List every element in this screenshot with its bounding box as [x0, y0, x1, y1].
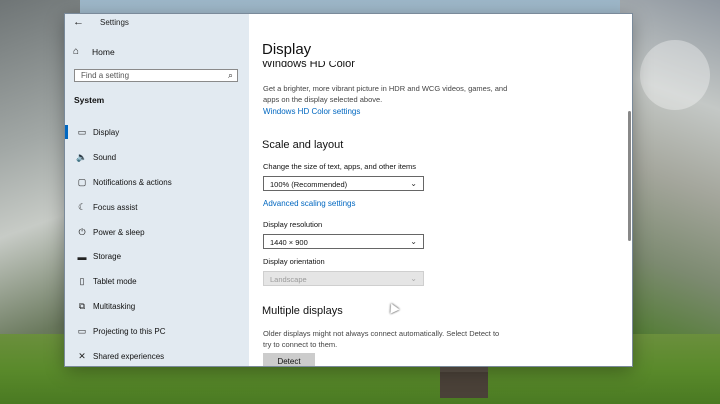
main-content: Display Windows HD Color Get a brighter,… [249, 14, 632, 366]
storage-icon: ▬ [77, 251, 87, 262]
multiple-displays-description: Older displays might not always connect … [263, 329, 500, 349]
search-placeholder: Find a setting [81, 71, 130, 80]
tablet-icon: ▯ [79, 276, 85, 287]
sidebar-item-power-sleep[interactable]: ⏻ Power & sleep [65, 220, 249, 245]
page-title: Display [262, 41, 312, 58]
speaker-icon: 🔈 [76, 151, 88, 162]
resolution-dropdown[interactable]: 1440 × 900 ⌄ [263, 234, 424, 249]
sidebar-home[interactable]: ⌂ Home [73, 46, 115, 57]
scale-layout-heading: Scale and layout [262, 139, 344, 151]
multitasking-icon: ⧉ [78, 301, 86, 312]
scale-dropdown[interactable]: 100% (Recommended) ⌄ [263, 176, 424, 191]
sidebar-item-label: Tablet mode [93, 277, 137, 287]
scale-label: Change the size of text, apps, and other… [263, 162, 417, 171]
notifications-icon: ▢ [77, 176, 87, 187]
sidebar-item-label: Notifications & actions [93, 177, 172, 187]
sidebar-item-label: Focus assist [93, 202, 138, 212]
hd-color-heading: Windows HD Color [262, 61, 355, 70]
home-label: Home [92, 46, 115, 57]
sidebar-item-projecting-to-this-pc[interactable]: ▭ Projecting to this PC [65, 319, 249, 344]
sidebar-item-label: Storage [93, 252, 122, 262]
settings-window: ⌂ Home Find a setting ⌕ System ▭ Display 🔈… [65, 14, 632, 366]
search-icon: ⌕ [227, 70, 233, 80]
sidebar-item-multitasking[interactable]: ⧉ Multitasking [65, 294, 249, 319]
power-icon: ⏻ [78, 226, 86, 237]
sidebar-item-label: Sound [93, 152, 117, 162]
orientation-label: Display orientation [263, 257, 325, 266]
sidebar-nav: ▭ Display 🔈 Sound ▢ Notifications & actions ☾ F… [65, 120, 249, 366]
hd-color-settings-link[interactable]: Windows HD Color settings [263, 107, 360, 116]
moon-icon: ☾ [77, 201, 87, 212]
sidebar: ⌂ Home Find a setting ⌕ System ▭ Display 🔈… [65, 14, 249, 366]
scrollbar[interactable] [628, 111, 631, 241]
resolution-value: 1440 × 900 [270, 238, 308, 247]
orientation-dropdown[interactable]: Landscape ⌄ [263, 271, 424, 286]
sidebar-item-label: Multitasking [93, 302, 136, 312]
sidebar-item-sound[interactable]: 🔈 Sound [65, 145, 249, 170]
hd-color-description: Get a brighter, more vibrant picture in … [263, 84, 508, 104]
chevron-down-icon: ⌄ [410, 179, 417, 188]
home-icon: ⌂ [73, 46, 80, 57]
section-label: System [74, 95, 105, 105]
sidebar-item-storage[interactable]: ▬ Storage [65, 244, 249, 269]
back-arrow-icon[interactable]: ← [73, 16, 84, 28]
multiple-displays-heading: Multiple displays [262, 305, 343, 317]
shared-experiences-icon: ✕ [78, 350, 86, 361]
wallpaper-cloud [640, 40, 710, 110]
scale-value: 100% (Recommended) [270, 180, 348, 189]
search-input[interactable]: Find a setting ⌕ [74, 69, 238, 82]
sidebar-item-label: Display [93, 127, 120, 137]
projecting-icon: ▭ [77, 326, 87, 337]
sidebar-item-display[interactable]: ▭ Display [65, 120, 249, 145]
monitor-icon: ▭ [77, 126, 87, 137]
sidebar-item-notifications-actions[interactable]: ▢ Notifications & actions [65, 170, 249, 195]
resolution-label: Display resolution [263, 220, 323, 229]
wallpaper-hut [440, 366, 488, 398]
advanced-scaling-link[interactable]: Advanced scaling settings [263, 199, 356, 208]
sidebar-item-shared-experiences[interactable]: ✕ Shared experiences [65, 344, 249, 366]
orientation-value: Landscape [270, 275, 307, 284]
sidebar-item-label: Shared experiences [93, 351, 165, 361]
sidebar-item-tablet-mode[interactable]: ▯ Tablet mode [65, 269, 249, 294]
chevron-down-icon: ⌄ [410, 237, 417, 246]
sidebar-item-label: Projecting to this PC [93, 327, 166, 337]
sidebar-item-focus-assist[interactable]: ☾ Focus assist [65, 195, 249, 220]
detect-button[interactable]: Detect [263, 353, 315, 366]
window-title: Settings [100, 18, 129, 27]
chevron-down-icon: ⌄ [410, 274, 417, 283]
sidebar-item-label: Power & sleep [93, 227, 145, 237]
